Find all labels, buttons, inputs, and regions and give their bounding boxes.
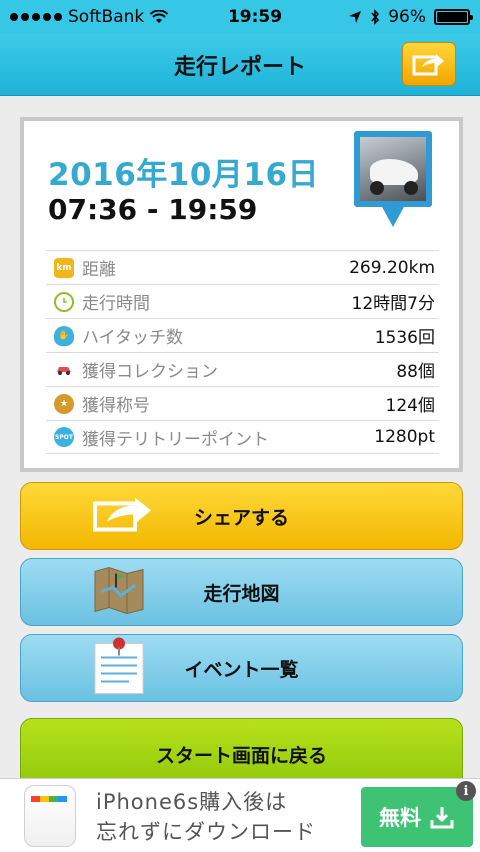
status-bar: SoftBank 19:59 96% bbox=[0, 0, 480, 34]
download-icon bbox=[430, 807, 454, 829]
memo-pin-icon bbox=[91, 636, 147, 701]
event-list-label: イベント一覧 bbox=[184, 658, 299, 681]
share-button[interactable]: シェアする bbox=[20, 482, 463, 550]
share-top-button[interactable] bbox=[402, 42, 456, 86]
share-arrow-icon bbox=[412, 54, 444, 76]
signal-strength-icon bbox=[10, 13, 62, 21]
car-icon bbox=[54, 359, 74, 380]
nav-bar: 走行レポート bbox=[0, 34, 480, 96]
ad-download-button[interactable]: 無料 bbox=[361, 787, 473, 847]
km-icon: km bbox=[54, 257, 74, 278]
stat-row-drive-time: 走行時間 12時間7分 bbox=[46, 284, 439, 318]
stat-row-collection: 獲得コレクション 88個 bbox=[46, 352, 439, 386]
battery-icon bbox=[434, 9, 473, 25]
route-map-button[interactable]: 走行地図 bbox=[20, 558, 463, 626]
spot-icon: SPOT bbox=[54, 427, 74, 447]
stat-row-territory: SPOT 獲得テリトリーポイント 1280pt bbox=[46, 420, 439, 454]
ad-info-icon[interactable]: i bbox=[456, 781, 476, 801]
status-time: 19:59 bbox=[227, 7, 283, 27]
motorcycle-photo bbox=[360, 137, 426, 201]
ad-text: iPhone6s購入後は 忘れずにダウンロード bbox=[96, 790, 316, 844]
map-icon bbox=[91, 562, 147, 623]
battery-percent: 96% bbox=[388, 7, 426, 27]
bluetooth-icon bbox=[371, 9, 380, 25]
app-icon bbox=[24, 785, 76, 847]
stat-row-distance: km 距離 269.20km bbox=[46, 250, 439, 284]
stats-list: km 距離 269.20km 走行時間 12時間7分 ✋ ハイタッチ数 1536… bbox=[46, 250, 439, 454]
report-time-range: 07:36 - 19:59 bbox=[48, 193, 258, 226]
carrier-name: SoftBank bbox=[68, 7, 145, 27]
wifi-icon bbox=[150, 10, 169, 23]
hand-icon: ✋ bbox=[54, 325, 74, 346]
ad-banner[interactable]: iPhone6s購入後は 忘れずにダウンロード 無料 i bbox=[0, 778, 480, 852]
event-list-button[interactable]: イベント一覧 bbox=[20, 634, 463, 702]
report-date: 2016年10月16日 bbox=[48, 157, 320, 193]
route-map-label: 走行地図 bbox=[203, 582, 280, 605]
share-arrow-icon bbox=[91, 494, 155, 539]
location-arrow-icon bbox=[349, 11, 362, 23]
clock-icon bbox=[54, 291, 74, 312]
photo-pin[interactable] bbox=[354, 131, 432, 231]
back-to-start-label: スタート画面に戻る bbox=[155, 745, 327, 767]
stat-row-titles: ★ 獲得称号 124個 bbox=[46, 386, 439, 420]
share-button-label: シェアする bbox=[193, 506, 289, 529]
stat-row-high-touch: ✋ ハイタッチ数 1536回 bbox=[46, 318, 439, 352]
page-title: 走行レポート bbox=[173, 54, 306, 80]
medal-icon: ★ bbox=[54, 393, 74, 414]
report-card: 2016年10月16日 07:36 - 19:59 km 距離 269.20km… bbox=[20, 117, 463, 472]
